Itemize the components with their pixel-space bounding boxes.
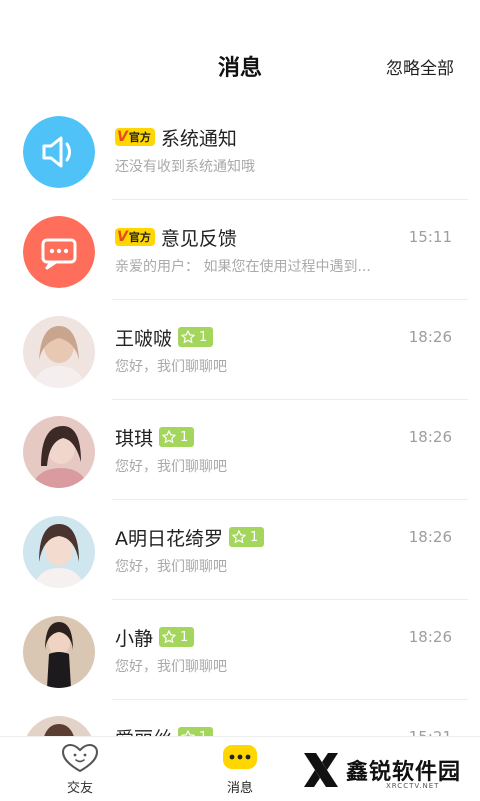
level-badge: 1 bbox=[229, 527, 265, 547]
list-item[interactable]: 小静 1 您好，我们聊聊吧 18:26 bbox=[0, 600, 480, 700]
list-item[interactable]: V 官方 系统通知 还没有收到系统通知哦 bbox=[0, 100, 480, 200]
avatar bbox=[23, 216, 95, 288]
x-logo-icon bbox=[304, 753, 338, 787]
tab-label: 消息 bbox=[226, 781, 253, 796]
list-item[interactable]: V 官方 意见反馈 亲爱的用户： 如果您在使用过程中遇到... 15:11 bbox=[0, 200, 480, 300]
message-preview: 亲爱的用户： 如果您在使用过程中遇到... bbox=[115, 259, 371, 275]
contact-name: 王啵啵 bbox=[115, 327, 173, 350]
official-badge: V 官方 bbox=[115, 128, 155, 146]
name-line: 爱丽丝 1 bbox=[115, 724, 214, 737]
ignore-all-button[interactable]: 忽略全部 bbox=[386, 54, 454, 79]
tab-label: 交友 bbox=[66, 781, 93, 796]
avatar bbox=[23, 416, 95, 488]
message-preview: 您好，我们聊聊吧 bbox=[115, 359, 227, 375]
avatar bbox=[23, 516, 95, 588]
message-preview: 您好，我们聊聊吧 bbox=[115, 659, 227, 675]
star-icon bbox=[162, 430, 177, 444]
message-time: 18:26 bbox=[408, 628, 452, 646]
name-line: V 官方 系统通知 bbox=[115, 124, 237, 150]
avatar bbox=[23, 316, 95, 388]
star-icon bbox=[162, 630, 177, 644]
level-badge: 1 bbox=[178, 727, 214, 736]
tab-friends[interactable]: 交友 bbox=[40, 737, 120, 801]
user-photo bbox=[23, 416, 95, 488]
message-preview: 还没有收到系统通知哦 bbox=[115, 159, 255, 175]
official-badge: V 官方 bbox=[115, 228, 155, 246]
message-list[interactable]: V 官方 系统通知 还没有收到系统通知哦 V 官方 意见反馈 亲爱的用户： 如果您在… bbox=[0, 100, 480, 736]
list-item[interactable]: 王啵啵 1 您好，我们聊聊吧 18:26 bbox=[0, 300, 480, 400]
watermark-subtext: XRCCTV.NET bbox=[386, 782, 440, 790]
top-bar: 消息 忽略全部 bbox=[0, 0, 480, 110]
list-item[interactable]: 琪琪 1 您好，我们聊聊吧 18:26 bbox=[0, 400, 480, 500]
chat-icon bbox=[23, 216, 95, 288]
contact-name: 琪琪 bbox=[115, 427, 154, 450]
list-item[interactable]: 爱丽丝 1 15:21 bbox=[0, 700, 480, 736]
message-time: 18:26 bbox=[408, 528, 452, 546]
user-photo bbox=[23, 316, 95, 388]
speaker-icon bbox=[23, 116, 95, 188]
contact-name: A明日花绮罗 bbox=[115, 527, 223, 550]
name-line: 琪琪 1 bbox=[115, 424, 195, 450]
list-item[interactable]: A明日花绮罗 1 您好，我们聊聊吧 18:26 bbox=[0, 500, 480, 600]
contact-name: 爱丽丝 bbox=[115, 724, 172, 737]
avatar bbox=[23, 716, 95, 736]
star-icon bbox=[232, 530, 246, 544]
user-photo bbox=[23, 716, 95, 736]
user-photo bbox=[23, 616, 95, 688]
name-line: 小静 1 bbox=[115, 624, 195, 650]
message-time: 15:11 bbox=[408, 228, 452, 246]
message-preview: 您好，我们聊聊吧 bbox=[115, 559, 227, 575]
level-badge: 1 bbox=[159, 627, 195, 647]
chat-bubble-icon bbox=[223, 745, 257, 769]
contact-name: 小静 bbox=[115, 627, 154, 650]
heart-face-icon bbox=[61, 743, 99, 773]
message-time: 18:26 bbox=[408, 428, 452, 446]
level-badge: 1 bbox=[178, 327, 214, 347]
user-photo bbox=[23, 516, 95, 588]
avatar bbox=[23, 616, 95, 688]
star-icon bbox=[181, 330, 196, 344]
name-line: 王啵啵 1 bbox=[115, 324, 214, 350]
contact-name: 系统通知 bbox=[160, 127, 237, 150]
level-badge: 1 bbox=[159, 427, 195, 447]
message-time: 18:26 bbox=[408, 328, 452, 346]
tab-messages[interactable]: 消息 bbox=[200, 737, 280, 801]
message-time: 15:21 bbox=[409, 728, 452, 736]
name-line: A明日花绮罗 1 bbox=[115, 524, 265, 550]
contact-name: 意见反馈 bbox=[160, 227, 237, 250]
message-preview: 您好，我们聊聊吧 bbox=[115, 459, 227, 475]
watermark-logo: 鑫锐软件园 XRCCTV.NET bbox=[300, 748, 470, 792]
avatar bbox=[23, 116, 95, 188]
name-line: V 官方 意见反馈 bbox=[115, 224, 237, 250]
